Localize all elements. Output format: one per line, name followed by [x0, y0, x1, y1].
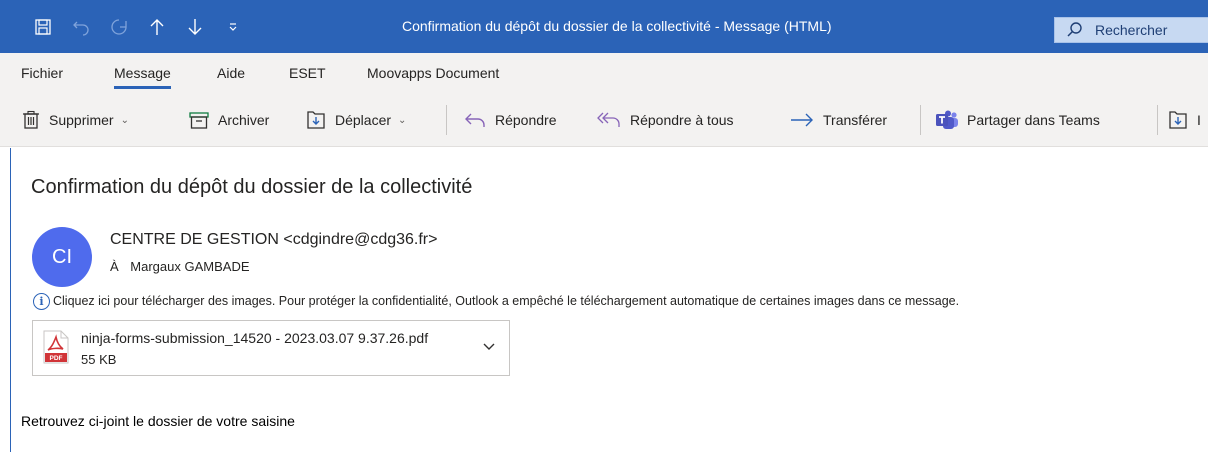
tab-fichier[interactable]: Fichier — [21, 53, 63, 93]
infobar-text: Cliquez ici pour télécharger des images.… — [53, 294, 960, 308]
title-bar: Confirmation du dépôt du dossier de la c… — [0, 0, 1208, 53]
ribbon-tabs: Fichier Message Aide ESET Moovapps Docum… — [0, 53, 1208, 93]
customize-icon — [229, 22, 237, 31]
delete-button[interactable]: Supprimer ⌄ — [21, 93, 129, 147]
forward-button[interactable]: Transférer — [789, 93, 887, 147]
forward-label: Transférer — [823, 112, 888, 128]
share-teams-button[interactable]: Partager dans Teams — [935, 93, 1100, 147]
message-body: Retrouvez ci-joint le dossier de votre s… — [21, 413, 295, 429]
ribbon-divider — [1157, 105, 1158, 135]
message-subject: Confirmation du dépôt du dossier de la c… — [31, 176, 473, 198]
image-download-infobar[interactable]: i Cliquez ici pour télécharger des image… — [33, 291, 959, 311]
ribbon-divider — [920, 105, 921, 135]
pdf-icon: PDF — [42, 330, 70, 369]
attachment-size: 55 KB — [81, 352, 117, 367]
ribbon-overflow-button[interactable]: I — [1167, 93, 1201, 147]
next-item-button[interactable] — [176, 0, 214, 53]
undo-button[interactable] — [62, 0, 100, 53]
redo-button[interactable] — [100, 0, 138, 53]
search-label: Rechercher — [1095, 22, 1168, 38]
ribbon-toolbar: Supprimer ⌄ Archiver Déplacer ⌄ Répondre… — [0, 93, 1208, 147]
ribbon-overflow-label: I — [1197, 112, 1201, 128]
pdf-type-label: PDF — [50, 355, 63, 362]
share-teams-label: Partager dans Teams — [967, 112, 1100, 128]
reply-button[interactable]: Répondre — [463, 93, 557, 147]
customize-toolbar-button[interactable] — [214, 0, 252, 53]
tab-aide[interactable]: Aide — [217, 53, 245, 93]
tab-eset[interactable]: ESET — [289, 53, 326, 93]
previous-item-button[interactable] — [138, 0, 176, 53]
reply-all-label: Répondre à tous — [630, 112, 734, 128]
quick-access-toolbar — [24, 0, 252, 53]
sender-address[interactable]: CENTRE DE GESTION <cdgindre@cdg36.fr> — [110, 231, 437, 249]
move-icon — [305, 109, 327, 131]
reply-label: Répondre — [495, 112, 557, 128]
save-button[interactable] — [24, 0, 62, 53]
tab-message[interactable]: Message — [114, 53, 171, 93]
reply-icon — [463, 110, 487, 130]
attachment-name: ninja-forms-submission_14520 - 2023.03.0… — [81, 330, 429, 346]
reply-all-icon — [596, 110, 622, 130]
delete-label: Supprimer — [49, 112, 114, 128]
forward-icon — [789, 110, 815, 130]
move-icon — [1167, 109, 1189, 131]
chevron-down-icon[interactable]: ⌄ — [121, 115, 129, 126]
archive-button[interactable]: Archiver — [188, 93, 269, 147]
window-title: Confirmation du dépôt du dossier de la c… — [402, 18, 832, 34]
archive-label: Archiver — [218, 112, 270, 128]
recipient-name[interactable]: Margaux GAMBADE — [130, 259, 249, 274]
recipient-prefix: À — [110, 259, 119, 274]
recipient-line: À Margaux GAMBADE — [110, 259, 250, 274]
avatar[interactable]: CI — [32, 227, 92, 287]
redo-icon — [111, 18, 127, 35]
chevron-down-icon[interactable] — [482, 339, 496, 357]
info-icon: i — [33, 292, 50, 310]
search-icon — [1055, 17, 1095, 43]
down-arrow-icon — [188, 18, 202, 35]
up-arrow-icon — [150, 18, 164, 35]
ribbon-divider — [446, 105, 447, 135]
undo-icon — [73, 21, 89, 36]
avatar-initials: CI — [52, 245, 72, 268]
trash-icon — [21, 110, 41, 130]
attachment-card[interactable]: PDF ninja-forms-submission_14520 - 2023.… — [32, 320, 510, 376]
chevron-down-icon[interactable]: ⌄ — [398, 115, 406, 126]
move-button[interactable]: Déplacer ⌄ — [305, 93, 406, 147]
move-label: Déplacer — [335, 112, 392, 128]
archive-icon — [188, 110, 210, 130]
reply-all-button[interactable]: Répondre à tous — [596, 93, 734, 147]
save-icon — [35, 18, 51, 35]
teams-icon — [935, 109, 959, 131]
search-box[interactable]: Rechercher — [1054, 17, 1208, 43]
tab-moovapps-document[interactable]: Moovapps Document — [367, 53, 499, 93]
